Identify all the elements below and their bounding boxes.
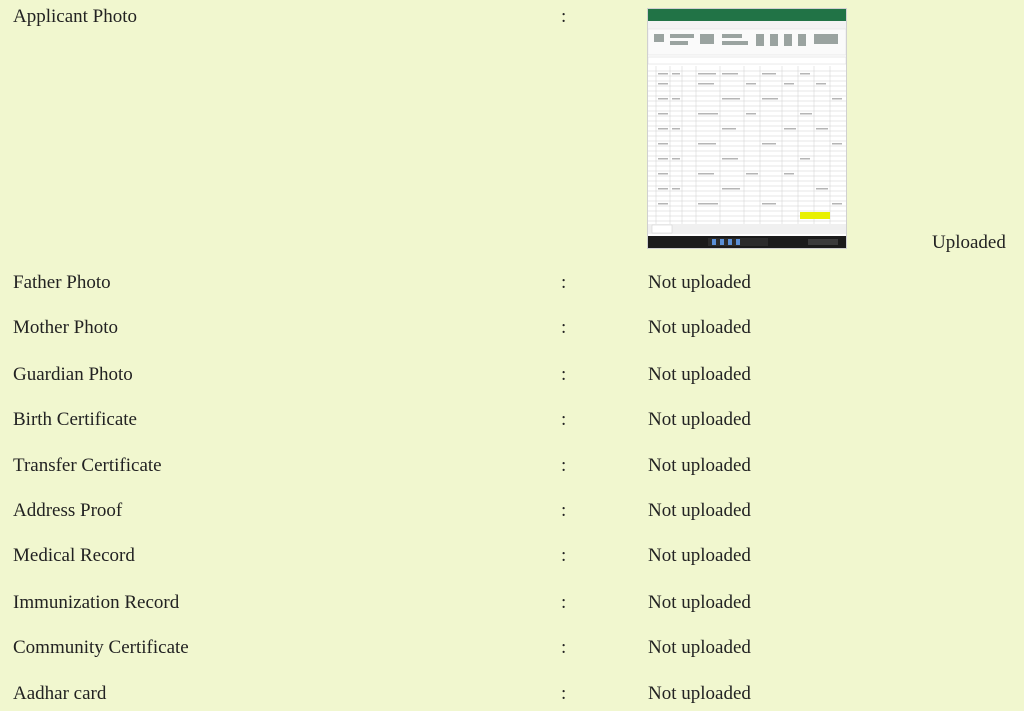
document-label: Address Proof	[13, 500, 123, 521]
document-row-father-photo: Father Photo : Not uploaded	[0, 270, 1024, 296]
label-separator: :	[561, 637, 567, 658]
upload-status: Not uploaded	[648, 683, 751, 704]
upload-status: Not uploaded	[648, 272, 751, 293]
upload-status-uploaded: Uploaded	[932, 232, 1006, 253]
label-separator: :	[561, 500, 567, 521]
document-label: Guardian Photo	[13, 364, 133, 385]
document-row-aadhar-card: Aadhar card : Not uploaded	[0, 681, 1024, 707]
label-separator: :	[561, 545, 567, 566]
document-row-applicant-photo: Applicant Photo : Uploaded	[0, 4, 1024, 253]
upload-status: Not uploaded	[648, 409, 751, 430]
document-label: Transfer Certificate	[13, 455, 162, 476]
document-label: Father Photo	[13, 272, 111, 293]
documents-list: Applicant Photo : Uploaded Father Photo …	[0, 0, 1024, 711]
upload-status: Not uploaded	[648, 637, 751, 658]
label-separator: :	[561, 455, 567, 476]
label-separator: :	[561, 364, 567, 385]
document-label: Medical Record	[13, 545, 135, 566]
document-row-address-proof: Address Proof : Not uploaded	[0, 498, 1024, 524]
document-row-medical-record: Medical Record : Not uploaded	[0, 543, 1024, 569]
upload-status: Not uploaded	[648, 455, 751, 476]
label-separator: :	[561, 592, 567, 613]
document-label: Birth Certificate	[13, 409, 137, 430]
upload-status: Not uploaded	[648, 500, 751, 521]
thumbnail-sheet-tabs	[648, 224, 846, 234]
upload-status: Not uploaded	[648, 592, 751, 613]
thumbnail-titlebar	[648, 9, 846, 21]
label-separator: :	[561, 272, 567, 293]
applicant-photo-thumbnail[interactable]	[647, 8, 847, 249]
label-separator: :	[561, 6, 567, 27]
label-separator: :	[561, 317, 567, 338]
thumbnail-formula-bar	[648, 56, 846, 65]
document-row-transfer-certificate: Transfer Certificate : Not uploaded	[0, 453, 1024, 479]
upload-status: Not uploaded	[648, 545, 751, 566]
document-label: Mother Photo	[13, 317, 119, 338]
thumbnail-ribbon-tabs	[648, 21, 846, 29]
label-separator: :	[561, 409, 567, 430]
thumbnail-grid	[648, 66, 846, 224]
upload-status: Not uploaded	[648, 317, 751, 338]
upload-status: Not uploaded	[648, 364, 751, 385]
document-label: Community Certificate	[13, 637, 189, 658]
thumbnail-highlighted-cell	[800, 212, 830, 219]
document-row-immunization-record: Immunization Record : Not uploaded	[0, 590, 1024, 616]
document-label: Immunization Record	[13, 592, 180, 613]
document-row-community-certificate: Community Certificate : Not uploaded	[0, 635, 1024, 661]
document-row-birth-certificate: Birth Certificate : Not uploaded	[0, 407, 1024, 433]
document-label: Aadhar card	[13, 683, 107, 704]
label-separator: :	[561, 683, 567, 704]
document-row-guardian-photo: Guardian Photo : Not uploaded	[0, 362, 1024, 388]
document-label: Applicant Photo	[13, 6, 138, 27]
document-row-mother-photo: Mother Photo : Not uploaded	[0, 315, 1024, 341]
spreadsheet-screenshot-image	[648, 9, 846, 248]
